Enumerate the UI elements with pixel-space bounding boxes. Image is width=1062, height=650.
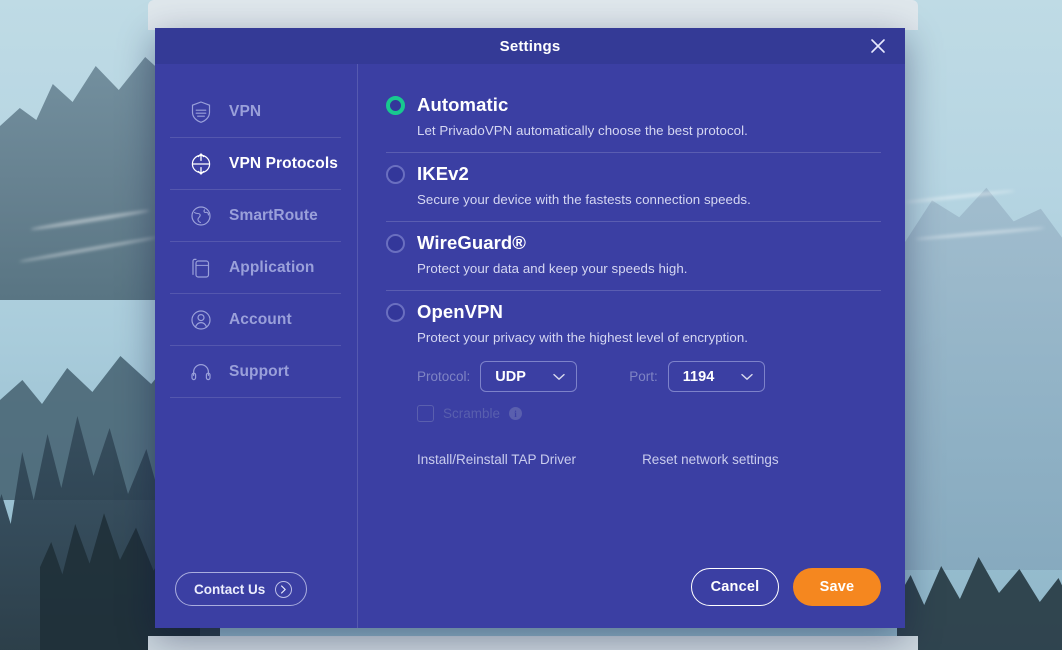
sidebar-item-vpn[interactable]: VPN bbox=[170, 86, 341, 138]
install-tap-driver-link[interactable]: Install/Reinstall TAP Driver bbox=[417, 452, 576, 467]
protocol-header[interactable]: IKEv2 bbox=[386, 163, 881, 185]
sidebar-item-label: VPN Protocols bbox=[229, 154, 338, 172]
background-window-top bbox=[148, 0, 918, 30]
save-button[interactable]: Save bbox=[793, 568, 881, 606]
dialog-title: Settings bbox=[499, 37, 561, 55]
chevron-right-circle-icon bbox=[275, 580, 293, 598]
protocol-title: OpenVPN bbox=[417, 301, 504, 322]
protocol-title: IKEv2 bbox=[417, 163, 469, 184]
globe-icon bbox=[188, 203, 214, 229]
contact-us-label: Contact Us bbox=[194, 581, 266, 597]
sidebar-item-label: Account bbox=[229, 310, 292, 328]
radio-automatic[interactable] bbox=[386, 95, 405, 115]
protocol-description: Protect your privacy with the highest le… bbox=[417, 330, 749, 345]
reset-network-settings-link[interactable]: Reset network settings bbox=[642, 452, 779, 467]
desktop-background: Settings VPN VPN Protocols SmartRoute Ap… bbox=[0, 0, 1062, 650]
scramble-label: Scramble bbox=[443, 406, 501, 421]
maintenance-links-row: Install/Reinstall TAP Driver Reset netwo… bbox=[417, 452, 881, 467]
protocol-option-automatic[interactable]: Automatic Let PrivadoVPN automatically c… bbox=[386, 84, 881, 153]
headset-icon bbox=[188, 359, 214, 385]
protocol-title: Automatic bbox=[417, 94, 509, 115]
openvpn-options-row: Protocol: UDP Port: 1194 bbox=[417, 361, 881, 392]
protocol-option-openvpn[interactable]: OpenVPN Protect your privacy with the hi… bbox=[386, 291, 881, 471]
background-window-bottom bbox=[148, 636, 918, 650]
protocol-header[interactable]: Automatic bbox=[386, 94, 881, 116]
sidebar-item-support[interactable]: Support bbox=[170, 346, 341, 398]
protocol-select-value: UDP bbox=[495, 368, 526, 385]
protocol-select-label: Protocol: bbox=[417, 369, 471, 384]
port-select-label: Port: bbox=[629, 369, 658, 384]
protocol-description: Protect your data and keep your speeds h… bbox=[417, 261, 688, 276]
protocol-option-wireguard[interactable]: WireGuard® Protect your data and keep yo… bbox=[386, 222, 881, 291]
sidebar-item-account[interactable]: Account bbox=[170, 294, 341, 346]
sidebar-item-application[interactable]: Application bbox=[170, 242, 341, 294]
sidebar-item-label: SmartRoute bbox=[229, 206, 318, 224]
sidebar-item-label: Application bbox=[229, 258, 315, 276]
dialog-titlebar: Settings bbox=[155, 28, 905, 64]
protocol-option-ikev2[interactable]: IKEv2 Secure your device with the fastes… bbox=[386, 153, 881, 222]
scramble-checkbox[interactable] bbox=[417, 405, 434, 422]
contact-us-container: Contact Us bbox=[155, 572, 357, 628]
protocol-select[interactable]: UDP bbox=[480, 361, 578, 392]
info-icon[interactable]: i bbox=[509, 407, 523, 420]
port-select[interactable]: 1194 bbox=[667, 361, 765, 392]
chevron-down-icon bbox=[553, 369, 565, 385]
radio-wireguard[interactable] bbox=[386, 233, 405, 253]
app-window-icon bbox=[188, 255, 214, 281]
radio-openvpn[interactable] bbox=[386, 302, 405, 322]
user-circle-icon bbox=[188, 307, 214, 333]
close-icon[interactable] bbox=[865, 33, 891, 59]
protocol-header[interactable]: OpenVPN bbox=[386, 301, 881, 323]
chevron-down-icon bbox=[741, 369, 753, 385]
sidebar-item-label: VPN bbox=[229, 102, 262, 120]
protocol-description: Secure your device with the fastests con… bbox=[417, 192, 751, 207]
protocol-header[interactable]: WireGuard® bbox=[386, 232, 881, 254]
settings-dialog: Settings VPN VPN Protocols SmartRoute Ap… bbox=[155, 28, 905, 628]
protocol-description: Let PrivadoVPN automatically choose the … bbox=[417, 123, 748, 138]
port-select-value: 1194 bbox=[682, 368, 715, 385]
dialog-footer: Cancel Save bbox=[386, 568, 881, 628]
sidebar: VPN VPN Protocols SmartRoute Application… bbox=[155, 64, 358, 628]
sidebar-item-label: Support bbox=[229, 362, 290, 380]
radio-ikev2[interactable] bbox=[386, 164, 405, 184]
dialog-body: VPN VPN Protocols SmartRoute Application… bbox=[155, 64, 905, 628]
protocol-title: WireGuard® bbox=[417, 232, 527, 253]
cancel-button[interactable]: Cancel bbox=[691, 568, 779, 606]
main-panel: Automatic Let PrivadoVPN automatically c… bbox=[358, 64, 905, 628]
shield-icon bbox=[188, 99, 214, 125]
sidebar-item-vpn-protocols[interactable]: VPN Protocols bbox=[170, 138, 341, 190]
sidebar-item-smartroute[interactable]: SmartRoute bbox=[170, 190, 341, 242]
cloud-streak bbox=[905, 189, 1015, 204]
scramble-row[interactable]: Scramble i bbox=[417, 405, 881, 422]
transfer-arrows-icon bbox=[188, 151, 214, 177]
contact-us-button[interactable]: Contact Us bbox=[175, 572, 308, 606]
